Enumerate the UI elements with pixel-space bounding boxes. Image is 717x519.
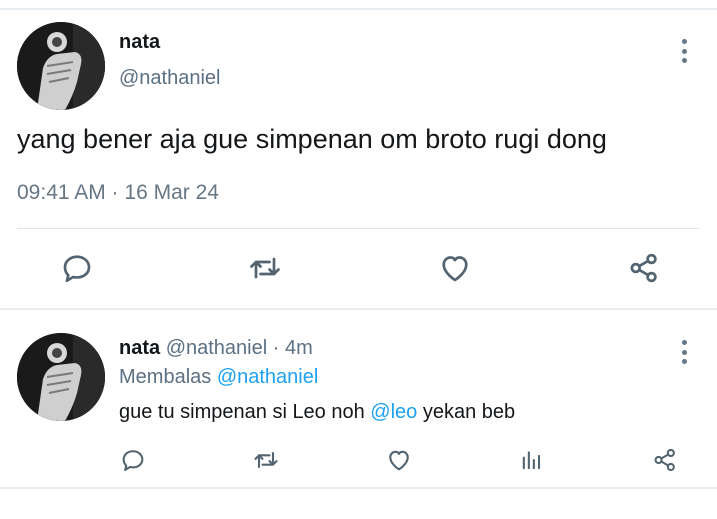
mention-link[interactable]: @leo — [370, 401, 417, 423]
reply-icon[interactable] — [119, 446, 147, 474]
display-name[interactable]: nata — [119, 31, 160, 54]
reply-header: nata @nathaniel · 4m — [119, 337, 313, 360]
divider — [17, 228, 700, 229]
avatar-photo-icon — [17, 22, 105, 110]
replying-to-mention[interactable]: @nathaniel — [217, 366, 318, 388]
reply-icon[interactable] — [59, 250, 95, 286]
avatar[interactable] — [17, 333, 105, 421]
tweet-timestamp[interactable]: 09:41 AM · 16 Mar 24 — [17, 181, 219, 205]
like-icon[interactable] — [437, 250, 473, 286]
retweet-icon[interactable] — [252, 446, 280, 474]
top-divider — [0, 8, 717, 10]
replying-prefix: Membalas — [119, 366, 217, 388]
avatar-photo-icon — [17, 333, 105, 421]
analytics-icon[interactable] — [518, 446, 546, 474]
reply-age[interactable]: 4m — [285, 337, 313, 359]
tweet-text: yang bener aja gue simpenan om broto rug… — [17, 124, 607, 154]
share-icon[interactable] — [651, 446, 679, 474]
more-options-icon[interactable] — [678, 39, 690, 63]
share-icon[interactable] — [626, 250, 662, 286]
reply-text: gue tu simpenan si Leo noh @leo yekan be… — [119, 401, 515, 424]
user-handle[interactable]: @nathaniel — [119, 67, 220, 90]
more-options-icon[interactable] — [678, 340, 690, 364]
reply-text-end: yekan beb — [417, 401, 516, 423]
display-name[interactable]: nata — [119, 337, 160, 359]
user-handle[interactable]: @nathaniel — [166, 337, 267, 359]
reply-text-start: gue tu simpenan si Leo noh — [119, 401, 371, 423]
retweet-icon[interactable] — [247, 250, 283, 286]
like-icon[interactable] — [385, 446, 413, 474]
replying-to: Membalas @nathaniel — [119, 366, 318, 389]
bottom-divider — [0, 487, 717, 489]
time-separator: · — [267, 337, 285, 359]
avatar[interactable] — [17, 22, 105, 110]
section-divider — [0, 308, 717, 310]
